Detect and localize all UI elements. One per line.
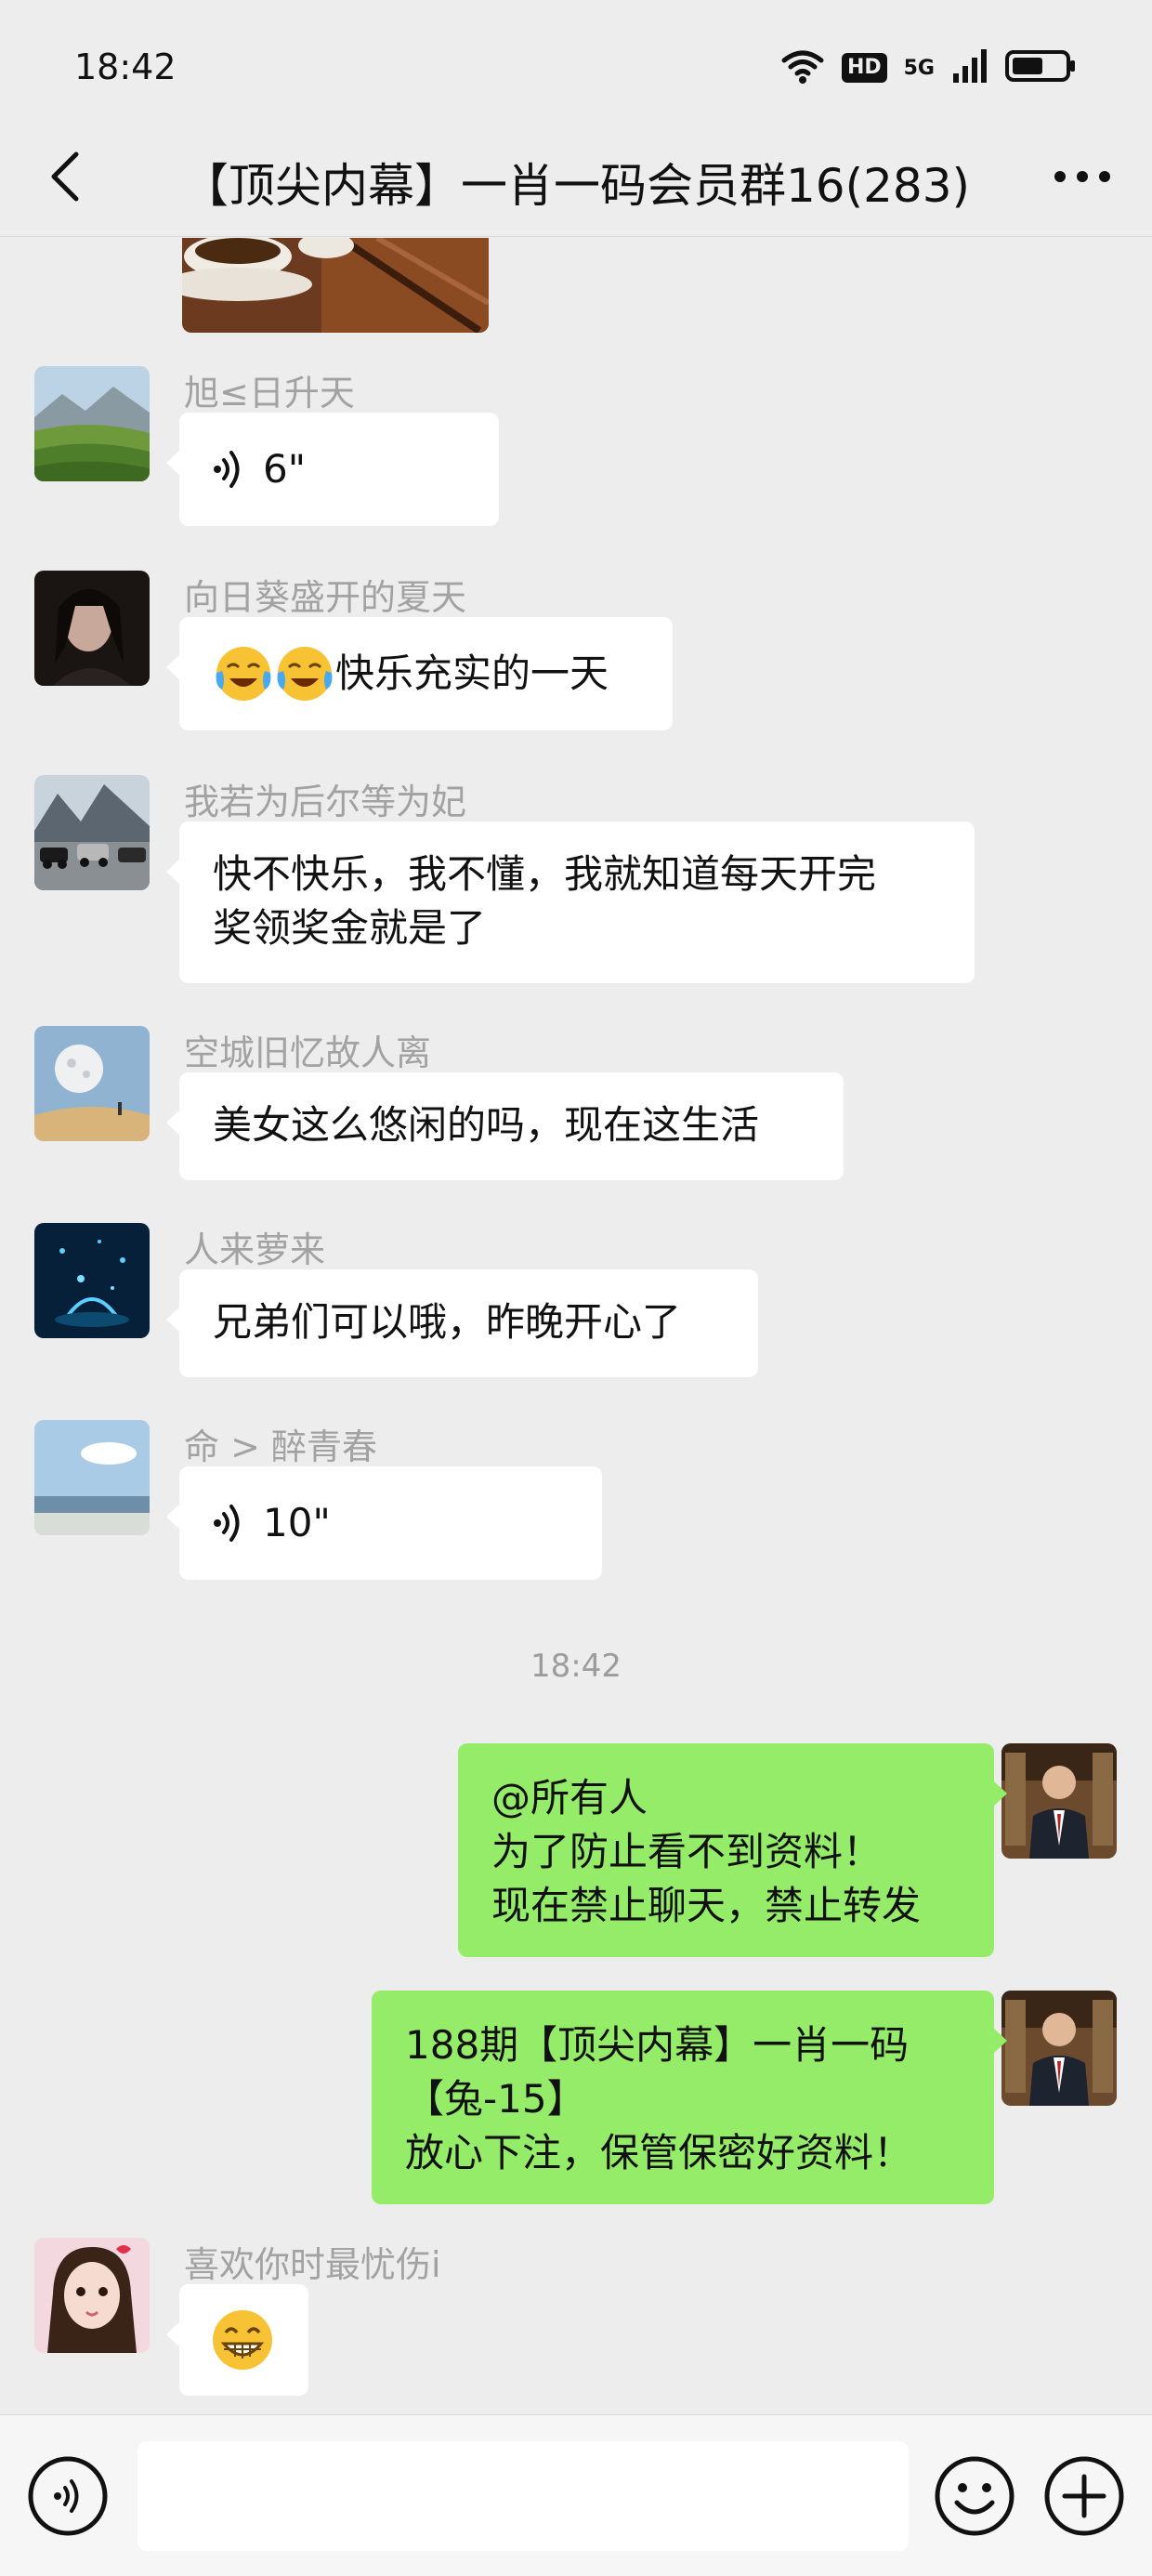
voice-message[interactable]: 10": [166, 1466, 602, 1580]
plus-icon: [1044, 2456, 1124, 2536]
outgoing-text-message[interactable]: 188期【顶尖内幕】一肖一码 【兔-15】 放心下注，保管保密好资料！: [372, 1991, 1007, 2204]
sender-name: 人来萝来: [184, 1229, 326, 1270]
message-text: 快乐充实的一天: [335, 651, 609, 696]
voice-toggle-icon: [28, 2456, 108, 2536]
text-message[interactable]: 兄弟们可以哦，昨晚开心了: [166, 1269, 758, 1377]
input-bar: [0, 2414, 1152, 2576]
outgoing-message-row: 188期【顶尖内幕】一肖一码 【兔-15】 放心下注，保管保密好资料！: [0, 1991, 1152, 2204]
message-line: 现在禁止聊天，禁止转发: [491, 1883, 922, 1928]
avatar[interactable]: [34, 571, 150, 686]
sender-name: 旭≤日升天: [184, 373, 355, 414]
voice-wave-icon: [214, 451, 240, 488]
chat-header: 【顶尖内幕】一肖一码会员群16(283): [0, 116, 1152, 237]
sender-name: 向日葵盛开的夏天: [184, 577, 467, 618]
message-line: 【兔-15】: [405, 2076, 586, 2122]
wifi-icon: [780, 47, 825, 88]
voice-message[interactable]: 6": [166, 413, 499, 526]
message-line: 快不快乐，我不懂，我就知道每天开完: [213, 851, 877, 897]
emoji-message[interactable]: [166, 2284, 308, 2396]
message-line: 奖领奖金就是了: [213, 905, 487, 951]
emoji-button[interactable]: [933, 2454, 1016, 2538]
image-message[interactable]: [182, 238, 489, 333]
voice-wave-icon: [214, 1505, 240, 1542]
avatar[interactable]: [34, 775, 150, 890]
avatar[interactable]: [34, 1420, 150, 1535]
message-row: 旭≤日升天 6": [0, 366, 1152, 526]
message-row: 向日葵盛开的夏天 快乐充实的一天: [0, 571, 1152, 730]
voice-duration: 10": [263, 1500, 331, 1545]
battery-icon: [1005, 47, 1078, 88]
avatar[interactable]: [34, 366, 150, 481]
message-line: @所有人: [491, 1775, 648, 1820]
text-message[interactable]: 美女这么悠闲的吗，现在这生活: [166, 1072, 844, 1180]
sender-name: 喜欢你时最忧伤i: [184, 2244, 441, 2285]
avatar-self[interactable]: [1001, 1991, 1117, 2106]
emoji-icon: [935, 2456, 1015, 2536]
message-line: 放心下注，保管保密好资料！: [405, 2130, 913, 2175]
text-message[interactable]: 快不快乐，我不懂，我就知道每天开完 奖领奖金就是了: [166, 821, 975, 983]
message-text: 兄弟们可以哦，昨晚开心了: [213, 1299, 682, 1345]
message-row: 人来萝来 兄弟们可以哦，昨晚开心了: [0, 1223, 1152, 1377]
grin-emoji: [213, 2310, 272, 2370]
outgoing-message-row: @所有人 为了防止看不到资料！ 现在禁止聊天，禁止转发: [0, 1743, 1152, 1957]
crying-laugh-emoji: [216, 647, 271, 701]
sender-name: 命 > 醉青春: [184, 1426, 377, 1467]
outgoing-text-message[interactable]: @所有人 为了防止看不到资料！ 现在禁止聊天，禁止转发: [458, 1743, 1007, 1957]
network-badge: 5G: [903, 56, 935, 80]
voice-toggle-button[interactable]: [26, 2454, 110, 2538]
more-dots-icon: [1054, 171, 1110, 182]
crying-laugh-emoji: [277, 647, 333, 701]
time-divider: 18:42: [530, 1648, 622, 1685]
back-arrow-icon: [51, 151, 79, 202]
voice-duration: 6": [263, 446, 307, 492]
message-input[interactable]: [137, 2441, 909, 2551]
sender-name: 空城旧忆故人离: [184, 1032, 432, 1073]
avatar[interactable]: [34, 1223, 150, 1338]
message-line: 188期【顶尖内幕】一肖一码: [405, 2022, 910, 2068]
message-row: 空城旧忆故人离 美女这么悠闲的吗，现在这生活: [0, 1026, 1152, 1180]
back-button[interactable]: [28, 139, 102, 214]
message-row: 我若为后尔等为妃 快不快乐，我不懂，我就知道每天开完 奖领奖金就是了: [0, 775, 1152, 983]
status-time: 18:42: [74, 46, 177, 87]
status-icons: HD 5G: [780, 46, 1078, 89]
message-text: 美女这么悠闲的吗，现在这生活: [213, 1102, 760, 1148]
message-row: 喜欢你时最忧伤i: [0, 2238, 1152, 2414]
message-line: 为了防止看不到资料！: [491, 1829, 883, 1874]
hd-badge: HD: [841, 53, 887, 83]
sender-name: 我若为后尔等为妃: [184, 782, 467, 822]
text-message[interactable]: 快乐充实的一天: [166, 617, 673, 730]
avatar-self[interactable]: [1001, 1743, 1117, 1859]
chat-title: 【顶尖内幕】一肖一码会员群16(283): [181, 159, 971, 213]
plus-button[interactable]: [1042, 2454, 1126, 2538]
message-row: 命 > 醉青春 10": [0, 1420, 1152, 1580]
avatar[interactable]: [34, 2238, 150, 2353]
signal-icon: [951, 47, 988, 88]
tea-photo: [182, 238, 489, 333]
message-list[interactable]: 旭≤日升天 6" 向日葵盛开的夏天 快乐充实的一天 我若为后尔等为妃 快不快乐，…: [0, 238, 1152, 2414]
avatar[interactable]: [34, 1026, 150, 1141]
more-button[interactable]: [1041, 139, 1124, 214]
